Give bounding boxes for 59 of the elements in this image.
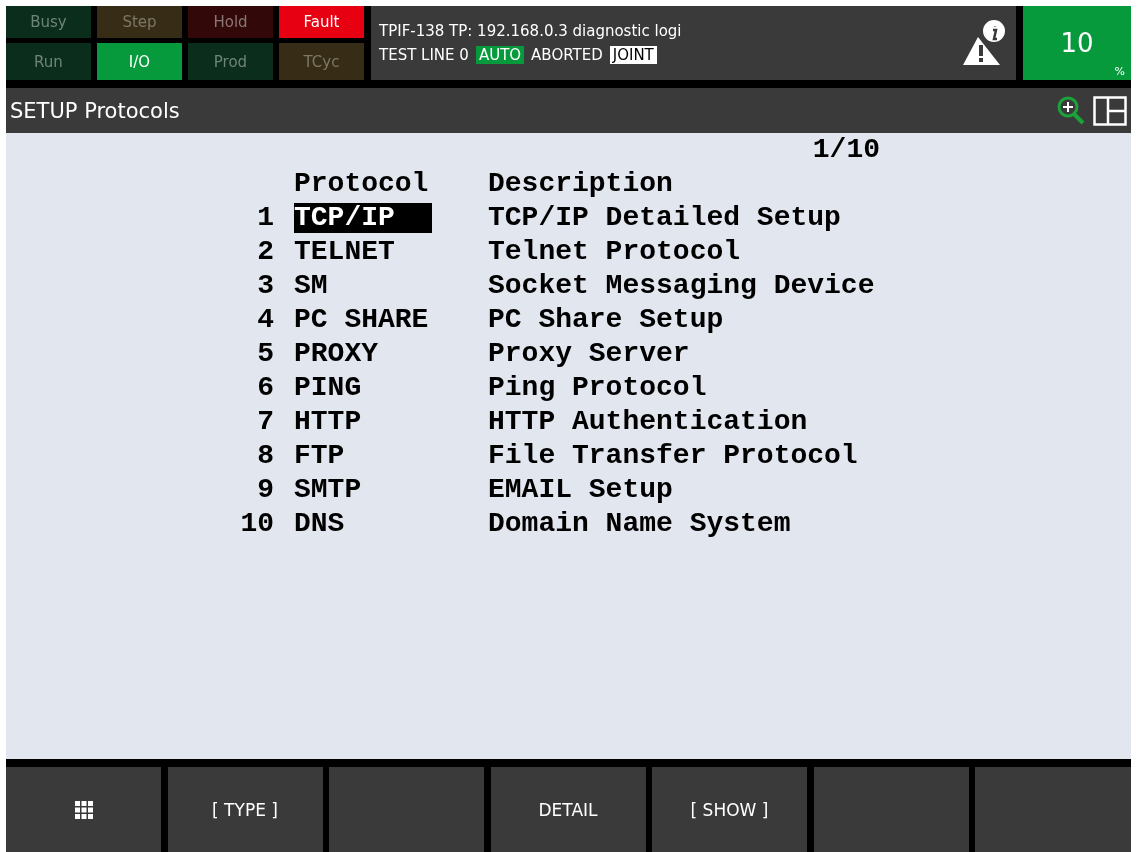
- function-key[interactable]: [813, 767, 969, 852]
- function-key[interactable]: [ TYPE ]: [167, 767, 323, 852]
- column-header: Description: [488, 167, 674, 201]
- row-number: 7: [256, 405, 274, 439]
- status-lamp: Hold: [188, 6, 273, 38]
- screen-title: SETUP Protocols: [10, 98, 181, 123]
- row-number: 2: [256, 235, 274, 269]
- page-indicator: 1/10: [812, 134, 880, 165]
- row-number: 1: [256, 201, 274, 235]
- row-number: 8: [256, 439, 274, 473]
- protocol-item[interactable]: HTTP: [294, 407, 362, 437]
- status-lamp: TCyc: [279, 43, 364, 80]
- protocol-item[interactable]: PING: [294, 373, 362, 403]
- row-number: 9: [256, 473, 274, 507]
- mode-indicator: AUTO: [475, 46, 525, 64]
- zoom-in-icon[interactable]: [1057, 95, 1085, 126]
- description-cell-text: Ping Protocol: [488, 371, 708, 405]
- description-cell-text: HTTP Authentication: [488, 405, 809, 439]
- row-number: 10: [239, 507, 274, 541]
- column-header: Protocol: [294, 167, 430, 201]
- status-text: TEST LINE 0: [379, 46, 469, 64]
- status-lamp: Step: [97, 6, 182, 38]
- protocol-item[interactable]: PROXY: [294, 339, 378, 369]
- protocol-item[interactable]: TELNET: [294, 237, 395, 267]
- description-cell-text: PC Share Setup: [488, 303, 725, 337]
- status-lamp: Busy: [6, 6, 91, 38]
- description-cell-text: Telnet Protocol: [488, 235, 742, 269]
- status-message: TPIF-138 TP: 192.168.0.3 diagnostic logi: [379, 22, 683, 40]
- override-value: 10: [1060, 28, 1094, 58]
- menu-key[interactable]: [6, 767, 161, 852]
- grid-icon: [74, 800, 93, 819]
- status-lamp: I/O: [97, 43, 182, 80]
- protocol-item[interactable]: DNS: [294, 509, 345, 539]
- mode-indicator: JOINT: [609, 46, 657, 64]
- description-cell-text: Proxy Server: [488, 337, 691, 371]
- description-cell-text: EMAIL Setup: [488, 473, 674, 507]
- description-cell-text: File Transfer Protocol: [488, 439, 859, 473]
- function-key[interactable]: DETAIL: [490, 767, 646, 852]
- status-text: ABORTED: [531, 46, 603, 64]
- protocol-item[interactable]: PC SHARE: [294, 305, 429, 335]
- override-unit: %: [1114, 65, 1125, 78]
- function-key[interactable]: [975, 767, 1131, 852]
- protocol-item[interactable]: TCP/IP: [294, 203, 432, 233]
- layout-icon[interactable]: [1093, 95, 1127, 126]
- protocol-item[interactable]: SMTP: [294, 475, 362, 505]
- row-number: 5: [256, 337, 274, 371]
- status-lamp: Prod: [188, 43, 273, 80]
- protocol-item[interactable]: FTP: [294, 441, 345, 471]
- protocol-item[interactable]: SM: [294, 271, 328, 301]
- function-key[interactable]: [ SHOW ]: [652, 767, 807, 852]
- status-lamp: Fault: [279, 6, 364, 38]
- description-cell: Socket Messaging Device: [488, 269, 875, 303]
- status-lamp: Run: [6, 43, 91, 80]
- description-cell-text: TCP/IP Detailed Setup: [488, 201, 842, 235]
- function-key[interactable]: [329, 767, 484, 852]
- row-number: 6: [256, 371, 274, 405]
- row-number: 4: [256, 303, 274, 337]
- row-number: 3: [256, 269, 274, 303]
- description-cell-text: Domain Name System: [488, 507, 792, 541]
